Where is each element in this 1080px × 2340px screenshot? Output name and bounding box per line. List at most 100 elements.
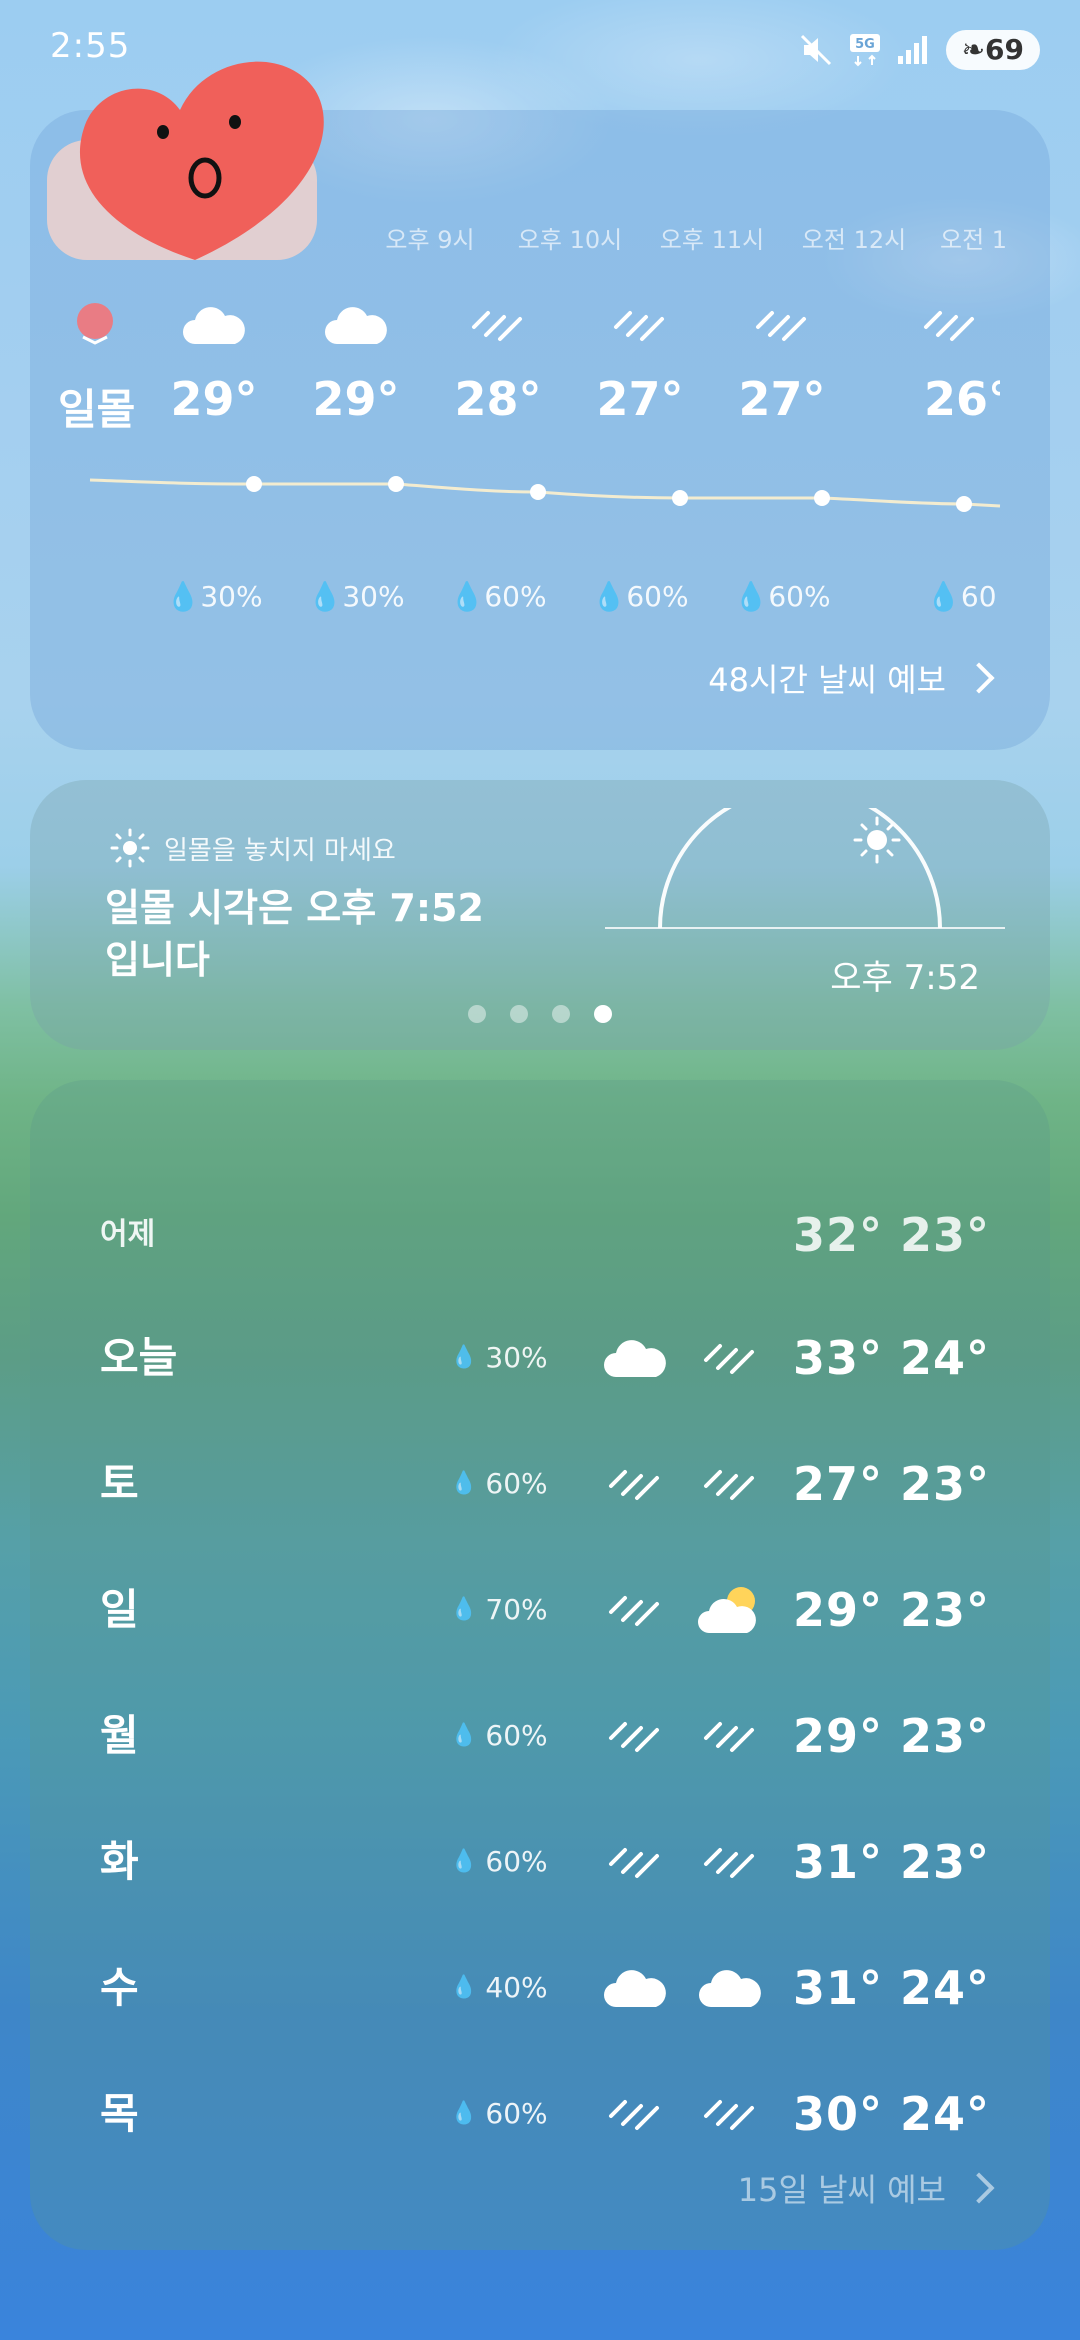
hour-temp: 27°	[596, 372, 684, 426]
raindrop-icon: 💧	[450, 1345, 478, 1370]
trend-point	[672, 490, 688, 506]
rain-icon	[680, 2084, 780, 2144]
daily-row[interactable]: 어제 32° 23°	[30, 1195, 1050, 1275]
hour-precip: 30%	[342, 580, 405, 613]
hour-time: 오후 11시	[659, 226, 765, 254]
daily-row[interactable]: 화 💧 60% 31° 23°	[30, 1822, 1050, 1902]
sunset-icon	[50, 290, 140, 360]
day-temps: 30° 24°	[792, 2087, 990, 2141]
hour-precip: 60%	[626, 580, 689, 613]
page-indicator[interactable]	[30, 1005, 1050, 1023]
day-name: 목	[100, 2089, 139, 2138]
raindrop-icon: 💧	[165, 580, 201, 613]
daily-row[interactable]: 월 💧 60% 29° 23°	[30, 1696, 1050, 1776]
sunset-message: 일몰 시각은 오후 7:52 입니다	[105, 886, 484, 982]
day-precipitation: 💧 30%	[450, 1318, 570, 1398]
hour-time: 오전 1	[940, 226, 1008, 254]
daily-forecast-card[interactable]: 어제 32° 23° 오늘 💧 30% 33° 24° 토 💧 60% 27° 23° 일 💧 70% 2…	[30, 1080, 1050, 2250]
day-name: 어제	[100, 1217, 156, 1252]
link-label: 48시간 날씨 예보	[708, 661, 946, 699]
hour-temp: 29°	[312, 372, 400, 426]
daily-row[interactable]: 토 💧 60% 27° 23°	[30, 1444, 1050, 1524]
raindrop-icon: 💧	[450, 1849, 478, 1874]
page-dot[interactable]	[468, 1005, 486, 1023]
day-temps: 32° 23°	[792, 1208, 990, 1262]
precip-value: 60%	[485, 1845, 548, 1878]
raindrop-icon: 💧	[450, 1471, 478, 1496]
sun-position-icon	[853, 816, 901, 864]
signal-icon	[897, 36, 927, 64]
raindrop-icon: 💧	[450, 1723, 478, 1748]
precip-value: 60%	[485, 1467, 548, 1500]
heart-sticker	[47, 61, 324, 260]
sunset-card[interactable]: 일몰을 놓치지 마세요 일몰 시각은 오후 7:52 입니다 오후 7:52	[30, 780, 1050, 1050]
chevron-right-icon	[963, 662, 995, 694]
trend-point	[388, 476, 404, 492]
svg-text:5G: 5G	[855, 37, 875, 52]
page-dot[interactable]	[552, 1005, 570, 1023]
day-name: 일	[100, 1585, 139, 1634]
15-day-forecast-link[interactable]: 15일 날씨 예보	[738, 2165, 995, 2211]
hour-precip: 60	[960, 580, 997, 613]
day-precipitation: 💧 60%	[450, 1822, 570, 1902]
temperature-trend-line	[89, 476, 1001, 512]
partly-cloudy-icon	[680, 1580, 780, 1640]
precip-value: 60%	[485, 1719, 548, 1752]
cloud-icon	[680, 1958, 780, 2018]
sunset-time: 오후 7:52	[830, 958, 980, 998]
leaf-icon: ❧	[961, 33, 986, 66]
day-temps: 29° 23°	[792, 1709, 990, 1763]
chevron-right-icon	[963, 2172, 995, 2204]
day-precipitation: 💧 60%	[450, 1444, 570, 1524]
trend-point	[814, 490, 830, 506]
rain-icon	[585, 1580, 685, 1640]
raindrop-icon: 💧	[449, 580, 485, 613]
daily-row[interactable]: 수 💧 40% 31° 24°	[30, 1948, 1050, 2028]
raindrop-icon: 💧	[926, 580, 961, 613]
rain-icon	[585, 1832, 685, 1892]
mute-icon	[800, 34, 831, 66]
page-dot-active[interactable]	[594, 1005, 612, 1023]
cloud-icon	[286, 290, 426, 360]
hour-temp: 28°	[454, 372, 542, 426]
trend-point	[246, 476, 262, 492]
rain-icon	[585, 2084, 685, 2144]
day-precipitation: 💧 70%	[450, 1570, 570, 1650]
hour-precip: 60%	[768, 580, 831, 613]
daily-row[interactable]: 일 💧 70% 29° 23°	[30, 1570, 1050, 1650]
raindrop-icon: 💧	[307, 580, 343, 613]
battery-icon: ❧69	[945, 30, 1040, 70]
precip-value: 70%	[485, 1593, 548, 1626]
rain-icon	[680, 1706, 780, 1766]
hourly-temps: 일몰 29° 29° 28° 27° 27° 26°	[30, 372, 1050, 442]
day-name: 토	[100, 1459, 139, 1508]
sun-path-arc	[605, 808, 1005, 929]
trend-point	[530, 484, 546, 500]
rain-icon	[680, 1832, 780, 1892]
sunset-tip: 일몰을 놓치지 마세요	[164, 835, 396, 866]
page-dot[interactable]	[510, 1005, 528, 1023]
day-temps: 29° 23°	[792, 1583, 990, 1637]
rain-icon	[585, 1706, 685, 1766]
5g-icon: 5G	[849, 34, 880, 67]
48-hour-forecast-link[interactable]: 48시간 날씨 예보	[708, 655, 995, 701]
sunset-label: 일몰	[58, 385, 136, 434]
day-name: 월	[100, 1711, 139, 1760]
cloud-icon	[144, 290, 284, 360]
hour-temp: 27°	[738, 372, 826, 426]
cloud-icon	[585, 1328, 685, 1388]
precip-value: 60%	[485, 2097, 548, 2130]
precip-value: 30%	[485, 1341, 548, 1374]
day-temps: 31° 24°	[792, 1961, 990, 2015]
raindrop-icon: 💧	[733, 580, 769, 613]
daily-row[interactable]: 목 💧 60% 30° 24°	[30, 2074, 1050, 2154]
sun-icon	[110, 828, 150, 868]
day-precipitation: 💧 60%	[450, 2074, 570, 2154]
day-name: 화	[100, 1837, 139, 1886]
hour-temp: 26°	[924, 372, 1000, 426]
rain-icon	[428, 290, 568, 360]
daily-row[interactable]: 오늘 💧 30% 33° 24°	[30, 1318, 1050, 1398]
day-precipitation: 💧 60%	[450, 1696, 570, 1776]
rain-icon	[680, 1328, 780, 1388]
rain-icon	[712, 290, 852, 360]
